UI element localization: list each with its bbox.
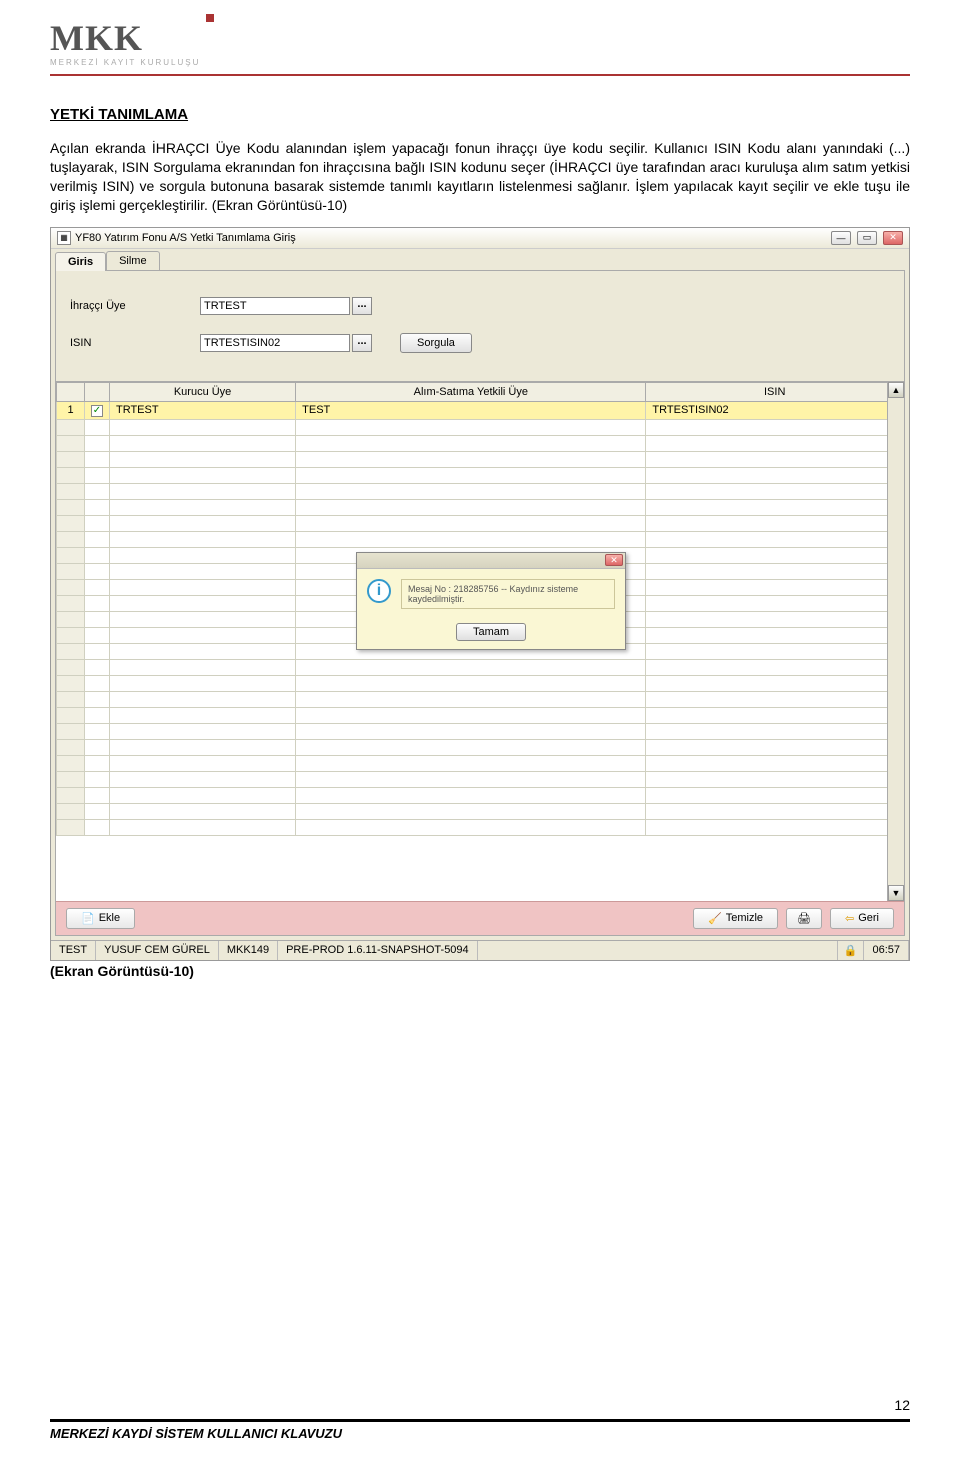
minimize-button[interactable]: — — [831, 231, 851, 245]
status-user1: TEST — [51, 941, 96, 960]
form-area: İhraççı Üye ... ISIN ... Sorgula — [56, 271, 904, 381]
section-paragraph: Açılan ekranda İHRAÇCI Üye Kodu alanında… — [50, 139, 910, 215]
back-icon: ⇦ — [845, 912, 854, 925]
checkbox-icon[interactable]: ✓ — [91, 405, 103, 417]
app-window: ▦ YF80 Yatırım Fonu A/S Yetki Tanımlama … — [50, 227, 910, 961]
logo-main-text: MKK — [50, 18, 143, 58]
status-spacer — [478, 941, 838, 960]
lookup-isin-button[interactable]: ... — [352, 334, 372, 352]
table-row[interactable]: 1 ✓ TRTEST TEST TRTESTISIN02 — [57, 401, 904, 419]
tab-giris[interactable]: Giris — [55, 252, 106, 271]
temizle-button[interactable]: 🧹 Temizle — [693, 908, 778, 929]
status-env: PRE-PROD 1.6.11-SNAPSHOT-5094 — [278, 941, 478, 960]
table-row[interactable] — [57, 723, 904, 739]
section-title: YETKİ TANIMLAMA — [50, 106, 910, 123]
table-row[interactable] — [57, 435, 904, 451]
input-ihracc[interactable] — [200, 297, 350, 315]
titlebar-left: ▦ YF80 Yatırım Fonu A/S Yetki Tanımlama … — [57, 231, 296, 245]
geri-button[interactable]: ⇦ Geri — [830, 908, 894, 929]
table-row[interactable] — [57, 659, 904, 675]
table-row[interactable] — [57, 739, 904, 755]
ekle-label: Ekle — [99, 912, 120, 924]
table-row[interactable] — [57, 707, 904, 723]
window-titlebar: ▦ YF80 Yatırım Fonu A/S Yetki Tanımlama … — [51, 228, 909, 249]
label-isin: ISIN — [70, 337, 200, 349]
figure-caption: (Ekran Görüntüsü-10) — [50, 963, 910, 979]
cell-check[interactable]: ✓ — [85, 401, 110, 419]
table-row[interactable] — [57, 531, 904, 547]
col-yetkili: Alım-Satıma Yetkili Üye — [296, 382, 646, 401]
info-icon: i — [367, 579, 391, 603]
ekle-button[interactable]: 📄 Ekle — [66, 908, 135, 929]
dialog-ok-button[interactable]: Tamam — [456, 623, 526, 641]
col-rownum — [57, 382, 85, 401]
status-host: MKK149 — [219, 941, 278, 960]
message-dialog: ✕ i Mesaj No : 218285756 -- Kaydınız sis… — [356, 552, 626, 650]
table-row[interactable] — [57, 771, 904, 787]
logo-dot-icon — [206, 14, 214, 22]
cell-kurucu: TRTEST — [110, 401, 296, 419]
table-row[interactable] — [57, 755, 904, 771]
table-row[interactable] — [57, 451, 904, 467]
input-isin[interactable] — [200, 334, 350, 352]
printer-icon: 🖨 — [797, 912, 811, 925]
table-row[interactable] — [57, 467, 904, 483]
main-panel: İhraççı Üye ... ISIN ... Sorgula ▲ ▼ — [55, 270, 905, 936]
dialog-close-button[interactable]: ✕ — [605, 554, 623, 566]
cell-rownum: 1 — [57, 401, 85, 419]
logo-subtitle: MERKEZİ KAYIT KURULUŞU — [50, 58, 200, 67]
grid-container: ▲ ▼ Kurucu Üye Alım-Satıma Yetkili Üye I… — [56, 381, 904, 901]
table-row[interactable] — [57, 483, 904, 499]
table-row[interactable] — [57, 803, 904, 819]
temizle-label: Temizle — [726, 912, 763, 924]
logo-main: MKK — [50, 20, 200, 56]
col-isin: ISIN — [646, 382, 904, 401]
row-isin: ISIN ... Sorgula — [70, 333, 890, 353]
col-check — [85, 382, 110, 401]
page-footer: 12 MERKEZİ KAYDİ SİSTEM KULLANICI KLAVUZ… — [50, 1397, 910, 1441]
scroll-down-icon[interactable]: ▼ — [888, 885, 904, 901]
lock-icon: 🔒 — [838, 941, 865, 960]
footer-title: MERKEZİ KAYDİ SİSTEM KULLANICI KLAVUZU — [50, 1426, 910, 1441]
close-button[interactable]: ✕ — [883, 231, 903, 245]
mkk-logo: MKK MERKEZİ KAYIT KURULUŞU — [50, 20, 200, 67]
col-kurucu: Kurucu Üye — [110, 382, 296, 401]
status-bar: TEST YUSUF CEM GÜREL MKK149 PRE-PROD 1.6… — [51, 940, 909, 960]
dialog-titlebar: ✕ — [357, 553, 625, 569]
status-user2: YUSUF CEM GÜREL — [96, 941, 219, 960]
maximize-button[interactable]: ▭ — [857, 231, 877, 245]
tab-silme[interactable]: Silme — [106, 251, 160, 270]
dialog-message: Mesaj No : 218285756 -- Kaydınız sisteme… — [401, 579, 615, 609]
dialog-body: i Mesaj No : 218285756 -- Kaydınız siste… — [357, 569, 625, 619]
cell-yetkili: TEST — [296, 401, 646, 419]
table-row[interactable] — [57, 419, 904, 435]
geri-label: Geri — [858, 912, 879, 924]
page-header: MKK MERKEZİ KAYIT KURULUŞU — [50, 20, 910, 68]
footer-rule — [50, 1419, 910, 1422]
action-bar: 📄 Ekle 🧹 Temizle 🖨 ⇦ Geri — [56, 901, 904, 935]
table-row[interactable] — [57, 515, 904, 531]
add-icon: 📄 — [81, 912, 95, 925]
clear-icon: 🧹 — [708, 912, 722, 925]
row-ihracc: İhraççı Üye ... — [70, 297, 890, 315]
table-row[interactable] — [57, 499, 904, 515]
tabs-row: Giris Silme — [51, 249, 909, 270]
print-button[interactable]: 🖨 — [786, 908, 822, 929]
label-ihracc: İhraççı Üye — [70, 300, 200, 312]
lookup-ihracc-button[interactable]: ... — [352, 297, 372, 315]
app-icon: ▦ — [57, 231, 71, 245]
scroll-up-icon[interactable]: ▲ — [888, 382, 904, 398]
sorgula-button[interactable]: Sorgula — [400, 333, 472, 353]
table-row[interactable] — [57, 819, 904, 835]
table-row[interactable] — [57, 675, 904, 691]
table-row[interactable] — [57, 691, 904, 707]
status-time: 06:57 — [864, 941, 909, 960]
window-controls: — ▭ ✕ — [831, 231, 903, 245]
dialog-button-row: Tamam — [357, 619, 625, 649]
table-row[interactable] — [57, 787, 904, 803]
header-rule — [50, 74, 910, 76]
page-number: 12 — [50, 1397, 910, 1413]
cell-isin: TRTESTISIN02 — [646, 401, 904, 419]
window-title: YF80 Yatırım Fonu A/S Yetki Tanımlama Gi… — [75, 232, 296, 244]
